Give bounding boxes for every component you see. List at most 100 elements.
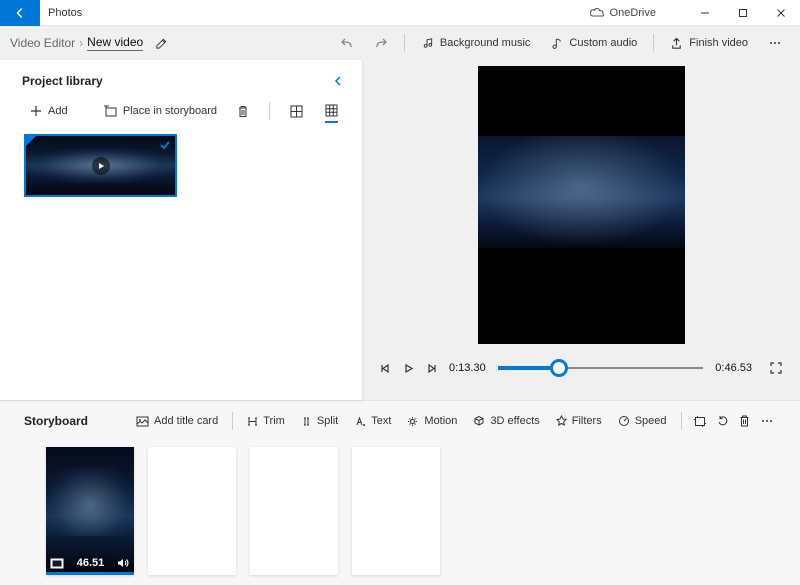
filters-icon (556, 415, 567, 427)
effects-label: 3D effects (490, 415, 539, 427)
divider (269, 102, 270, 120)
step-forward-icon (426, 363, 437, 374)
storyboard-more-button[interactable] (755, 409, 779, 433)
grid-small-icon (325, 104, 338, 117)
text-button[interactable]: Text (346, 409, 399, 433)
total-time: 0:46.53 (715, 362, 752, 374)
motion-label: Motion (424, 415, 457, 427)
delete-clip-button[interactable] (734, 409, 755, 433)
close-button[interactable] (762, 0, 800, 26)
add-title-card-button[interactable]: Add title card (128, 409, 226, 433)
custom-audio-label: Custom audio (569, 37, 637, 49)
custom-audio-button[interactable]: Custom audio (540, 29, 647, 57)
collapse-library-button[interactable] (332, 75, 344, 87)
storyboard-empty-slot[interactable] (352, 447, 440, 575)
prev-frame-button[interactable] (380, 363, 391, 374)
rename-button[interactable] (155, 37, 168, 50)
place-storyboard-button[interactable]: Place in storyboard (103, 105, 217, 117)
crop-icon (693, 416, 707, 427)
minimize-button[interactable] (686, 0, 724, 26)
title-card-icon (136, 416, 149, 427)
rotate-button[interactable] (712, 409, 734, 433)
text-icon (354, 416, 366, 427)
video-preview[interactable] (478, 66, 685, 344)
divider (653, 34, 654, 52)
next-frame-button[interactable] (426, 363, 437, 374)
trim-label: Trim (263, 415, 285, 427)
cloud-icon (589, 7, 605, 18)
finish-video-button[interactable]: Finish video (660, 29, 758, 57)
divider (232, 412, 233, 430)
delete-button[interactable] (237, 105, 249, 118)
split-button[interactable]: Split (293, 409, 346, 433)
background-music-button[interactable]: Background music (411, 29, 541, 57)
export-icon (670, 37, 683, 50)
storyboard-panel: Storyboard Add title card Trim Split Tex… (0, 400, 800, 585)
add-title-label: Add title card (154, 415, 218, 427)
resize-button[interactable] (688, 409, 712, 433)
storyboard-empty-slot[interactable] (148, 447, 236, 575)
onedrive-button[interactable]: OneDrive (589, 7, 656, 19)
more-icon (768, 36, 782, 50)
storyboard-clip[interactable]: 46.51 (46, 447, 134, 575)
place-icon (103, 105, 117, 117)
undo-button[interactable] (330, 29, 364, 57)
audio-icon (550, 37, 563, 50)
speed-label: Speed (635, 415, 667, 427)
library-title: Project library (22, 74, 332, 88)
video-title[interactable]: New video (87, 35, 143, 51)
finish-video-label: Finish video (689, 37, 748, 49)
3d-effects-button[interactable]: 3D effects (465, 409, 547, 433)
volume-icon (117, 557, 130, 569)
breadcrumb-root[interactable]: Video Editor (10, 36, 75, 50)
text-label: Text (371, 415, 391, 427)
clip-duration: 46.51 (68, 557, 113, 569)
play-icon (403, 363, 414, 374)
grid-large-icon (290, 105, 303, 118)
plus-icon (30, 105, 42, 117)
speed-icon (618, 415, 630, 427)
storyboard-empty-slot[interactable] (250, 447, 338, 575)
play-button[interactable] (403, 363, 414, 374)
back-button[interactable] (0, 0, 40, 26)
place-label: Place in storyboard (123, 105, 217, 117)
project-library-panel: Project library Add Place in storyboard (0, 60, 362, 400)
check-icon (159, 139, 171, 151)
view-small-button[interactable] (325, 104, 338, 123)
background-music-label: Background music (440, 37, 531, 49)
selected-fold-icon (24, 134, 38, 148)
redo-button[interactable] (364, 29, 398, 57)
speed-button[interactable]: Speed (610, 409, 675, 433)
maximize-button[interactable] (724, 0, 762, 26)
fullscreen-button[interactable] (770, 362, 782, 374)
storyboard-title: Storyboard (24, 414, 88, 428)
effects-icon (473, 415, 485, 427)
more-button[interactable] (758, 29, 792, 57)
onedrive-label: OneDrive (610, 7, 656, 19)
more-icon (760, 414, 774, 428)
trash-icon (237, 105, 249, 118)
seek-slider[interactable] (498, 358, 704, 378)
view-large-button[interactable] (290, 105, 303, 118)
pencil-icon (155, 37, 168, 50)
divider (404, 34, 405, 52)
motion-button[interactable]: Motion (399, 409, 465, 433)
trim-icon (247, 416, 258, 427)
redo-icon (374, 36, 388, 50)
library-clip[interactable] (24, 134, 177, 197)
split-icon (301, 416, 312, 427)
rotate-icon (717, 415, 729, 427)
filters-label: Filters (572, 415, 602, 427)
preview-panel: 0:13.30 0:46.53 (362, 60, 800, 400)
trim-button[interactable]: Trim (239, 409, 293, 433)
chevron-left-icon (332, 75, 344, 87)
add-label: Add (48, 105, 68, 117)
fullscreen-icon (770, 362, 782, 374)
trash-icon (739, 415, 750, 427)
play-overlay-icon (92, 157, 110, 175)
current-time: 0:13.30 (449, 362, 486, 374)
add-media-button[interactable]: Add (30, 105, 68, 117)
filters-button[interactable]: Filters (548, 409, 610, 433)
divider (681, 412, 682, 430)
chevron-right-icon: › (79, 36, 83, 50)
